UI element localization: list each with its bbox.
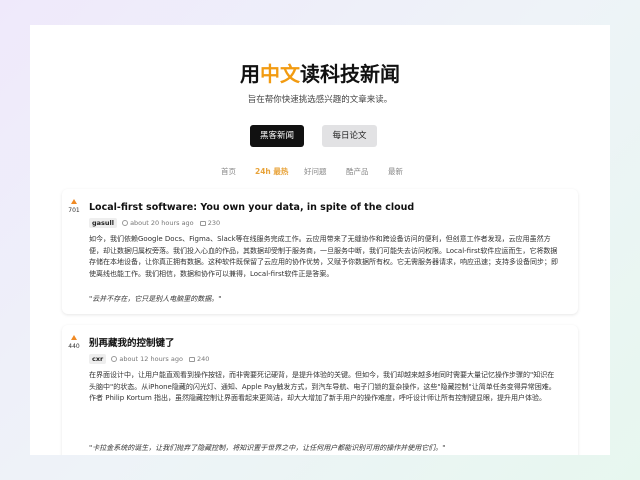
story-title[interactable]: Local-first software: You own your data,… (89, 202, 414, 214)
daily-papers-button[interactable]: 每日论文 (322, 125, 377, 147)
filter-home[interactable]: 首页 (221, 166, 236, 178)
upvote-icon[interactable] (71, 335, 77, 340)
story-score: 701 (68, 207, 80, 214)
story-author[interactable]: cxr (89, 354, 107, 364)
story-comments[interactable]: 240 (197, 355, 209, 363)
filter-newest[interactable]: 最新 (388, 166, 403, 178)
title-accent: 中文 (260, 62, 300, 86)
story-author[interactable]: gasull (89, 218, 117, 228)
story-time: about 12 hours ago (119, 355, 183, 363)
vote-box: 440 (67, 335, 81, 350)
site-title: 用中文读科技新闻 (30, 61, 610, 87)
story-title[interactable]: 别再藏我的控制键了 (89, 338, 175, 350)
story-time: about 20 hours ago (130, 219, 194, 227)
title-suffix: 读科技新闻 (300, 62, 400, 86)
story-summary: 如今，我们依赖Google Docs、Figma、Slack等在线服务完成工作。… (89, 235, 558, 278)
comment-icon[interactable] (189, 357, 196, 362)
story-summary: 在界面设计中，让用户能直观看到操作按钮，而非需要死记硬背，是提升体验的关键。但如… (89, 371, 556, 402)
tagline: 旨在帮你快速挑选感兴趣的文章来读。 (247, 95, 393, 105)
story-quote: "卡拉金系统的诞生，让我们抛弃了隐藏控制，将知识置于世界之中，让任何用户都能识别… (89, 444, 446, 452)
story-meta: cxr about 12 hours ago 240 (89, 354, 209, 364)
vote-box: 701 (67, 199, 81, 214)
filter-cool-products[interactable]: 酷产品 (346, 166, 369, 178)
story-comments[interactable]: 230 (208, 219, 220, 227)
story-score: 440 (68, 343, 80, 350)
hacker-news-button[interactable]: 黑客新闻 (250, 125, 304, 147)
filter-good-questions[interactable]: 好问题 (304, 166, 327, 178)
filter-24h-hot[interactable]: 24h 最热 (255, 166, 288, 178)
filter-tabs: 首页 24h 最热 好问题 酷产品 最新 (30, 166, 610, 178)
story-card: 440 别再藏我的控制键了 cxr about 12 hours ago 240… (62, 325, 578, 455)
comment-icon[interactable] (199, 221, 206, 226)
story-meta: gasull about 20 hours ago 230 (89, 218, 220, 228)
clock-icon (111, 356, 118, 362)
main-card: 用中文读科技新闻 旨在帮你快速挑选感兴趣的文章来读。 黑客新闻 每日论文 首页 … (30, 25, 610, 455)
story-card: 701 Local-first software: You own your d… (62, 189, 578, 314)
clock-icon (122, 220, 129, 226)
story-quote: "云并不存在，它只是别人电脑里的数据。" (89, 295, 222, 303)
upvote-icon[interactable] (71, 199, 77, 204)
title-prefix: 用 (240, 62, 260, 86)
